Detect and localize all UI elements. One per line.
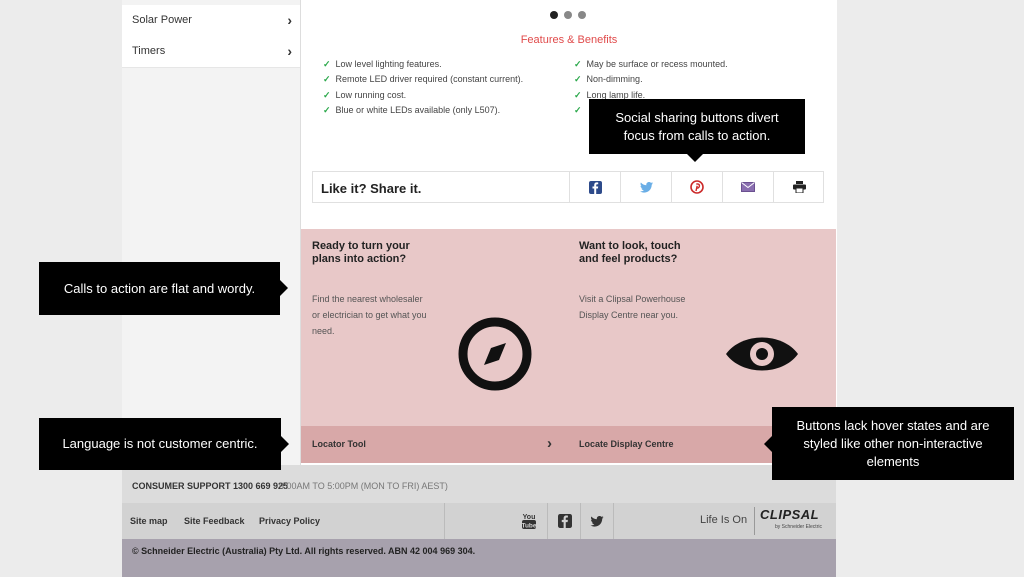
share-twitter-button[interactable] (620, 172, 671, 202)
divider (444, 503, 445, 539)
pinterest-icon (690, 180, 704, 194)
check-icon: ✓ (323, 59, 331, 69)
facebook-icon (558, 514, 572, 528)
divider (580, 503, 581, 539)
site-feedback-link[interactable]: Site Feedback (184, 516, 245, 526)
support-label: CONSUMER SUPPORT 1300 669 925 (132, 481, 289, 491)
feature-item: ✓ May be surface or recess mounted. (574, 59, 728, 69)
legal-bar: © Schneider Electric (Australia) Pty Ltd… (122, 539, 836, 577)
annotation-pointer (764, 436, 772, 452)
site-map-link[interactable]: Site map (130, 516, 168, 526)
share-label: Like it? Share it. (321, 181, 422, 196)
facebook-icon (588, 180, 602, 194)
cta-heading-left: Ready to turn your plans into action? (312, 240, 410, 265)
share-email-button[interactable] (722, 172, 773, 202)
annotation-pointer (281, 436, 289, 452)
footer-links-bar: Site map Site Feedback Privacy Policy Yo… (122, 503, 836, 539)
check-icon: ✓ (574, 74, 582, 84)
sidebar: Solar Power › Timers › (122, 0, 300, 465)
features-title: Features & Benefits (520, 34, 618, 46)
print-icon (792, 181, 806, 193)
feature-item: ✓ Remote LED driver required (constant cu… (323, 74, 524, 84)
svg-text:Tube: Tube (521, 523, 536, 530)
feature-item: ✓ Non-dimming. (574, 74, 643, 84)
annotation-social-sharing: Social sharing buttons divert focus from… (589, 99, 805, 154)
check-icon: ✓ (574, 105, 582, 115)
chevron-right-icon: › (287, 12, 292, 28)
share-bar: Like it? Share it. (312, 171, 824, 203)
compass-icon (458, 317, 532, 391)
share-pinterest-button[interactable] (671, 172, 722, 202)
check-icon: ✓ (323, 105, 331, 115)
twitter-icon (590, 515, 604, 527)
sidebar-item-timers[interactable]: Timers › (122, 36, 300, 68)
clipsal-logo[interactable]: CLIPSAL by Schneider Electric (760, 507, 826, 535)
support-hours: 9:00AM TO 5:00PM (MON TO FRI) AEST) (279, 481, 448, 491)
sidebar-item-label: Solar Power (132, 14, 192, 26)
chevron-right-icon[interactable]: › (547, 435, 552, 452)
twitter-link[interactable] (584, 508, 610, 534)
annotation-language: Language is not customer centric. (39, 418, 281, 470)
locator-tool-link[interactable]: Locator Tool (312, 439, 366, 449)
annotation-buttons-hover: Buttons lack hover states and are styled… (772, 407, 1014, 480)
consumer-support-bar: CONSUMER SUPPORT 1300 669 925 9:00AM TO … (122, 465, 836, 503)
cta-body-left: Find the nearest wholesaler or electrici… (312, 294, 427, 336)
tagline: Life Is On (700, 514, 748, 526)
privacy-policy-link[interactable]: Privacy Policy (259, 516, 320, 526)
divider (754, 507, 755, 535)
brand-name: CLIPSAL (760, 507, 820, 522)
cta-link-bar: Locator Tool › Locate Display Centre (301, 426, 836, 463)
share-facebook-button[interactable] (569, 172, 620, 202)
share-print-button[interactable] (773, 172, 824, 202)
cta-panel: Ready to turn your plans into action? Fi… (301, 229, 836, 426)
feature-item: ✓ Blue or white LEDs available (only L507… (323, 105, 501, 115)
copyright-text: © Schneider Electric (Australia) Pty Ltd… (132, 546, 476, 556)
sidebar-item-solar-power[interactable]: Solar Power › (122, 5, 300, 37)
cta-body-right: Visit a Clipsal Powerhouse Display Centr… (579, 294, 686, 320)
brand-subtitle: by Schneider Electric (775, 524, 822, 530)
divider (547, 503, 548, 539)
locate-display-centre-link[interactable]: Locate Display Centre (579, 439, 674, 449)
youtube-icon: You Tube (521, 514, 536, 530)
check-icon: ✓ (574, 59, 582, 69)
carousel-dot[interactable] (564, 11, 572, 19)
annotation-cta-flat: Calls to action are flat and wordy. (39, 262, 280, 315)
youtube-link[interactable]: You Tube (516, 508, 542, 534)
twitter-icon (639, 181, 653, 193)
sidebar-item-label: Timers (132, 45, 166, 57)
divider (613, 503, 614, 539)
annotation-pointer (687, 154, 703, 162)
check-icon: ✓ (323, 74, 331, 84)
chevron-right-icon: › (287, 43, 292, 59)
cta-heading-right: Want to look, touch and feel products? (579, 240, 681, 265)
eye-icon (726, 337, 798, 371)
carousel-dot[interactable] (550, 11, 558, 19)
annotation-pointer (280, 280, 288, 296)
feature-item: ✓ Low level lighting features. (323, 59, 442, 69)
check-icon: ✓ (574, 90, 582, 100)
carousel-dot[interactable] (578, 11, 586, 19)
facebook-link[interactable] (552, 508, 578, 534)
feature-item: ✓ Low running cost. (323, 90, 407, 100)
feature-item: ✓ (574, 105, 587, 116)
check-icon: ✓ (323, 90, 331, 100)
svg-text:You: You (523, 514, 536, 521)
email-icon (741, 182, 755, 192)
